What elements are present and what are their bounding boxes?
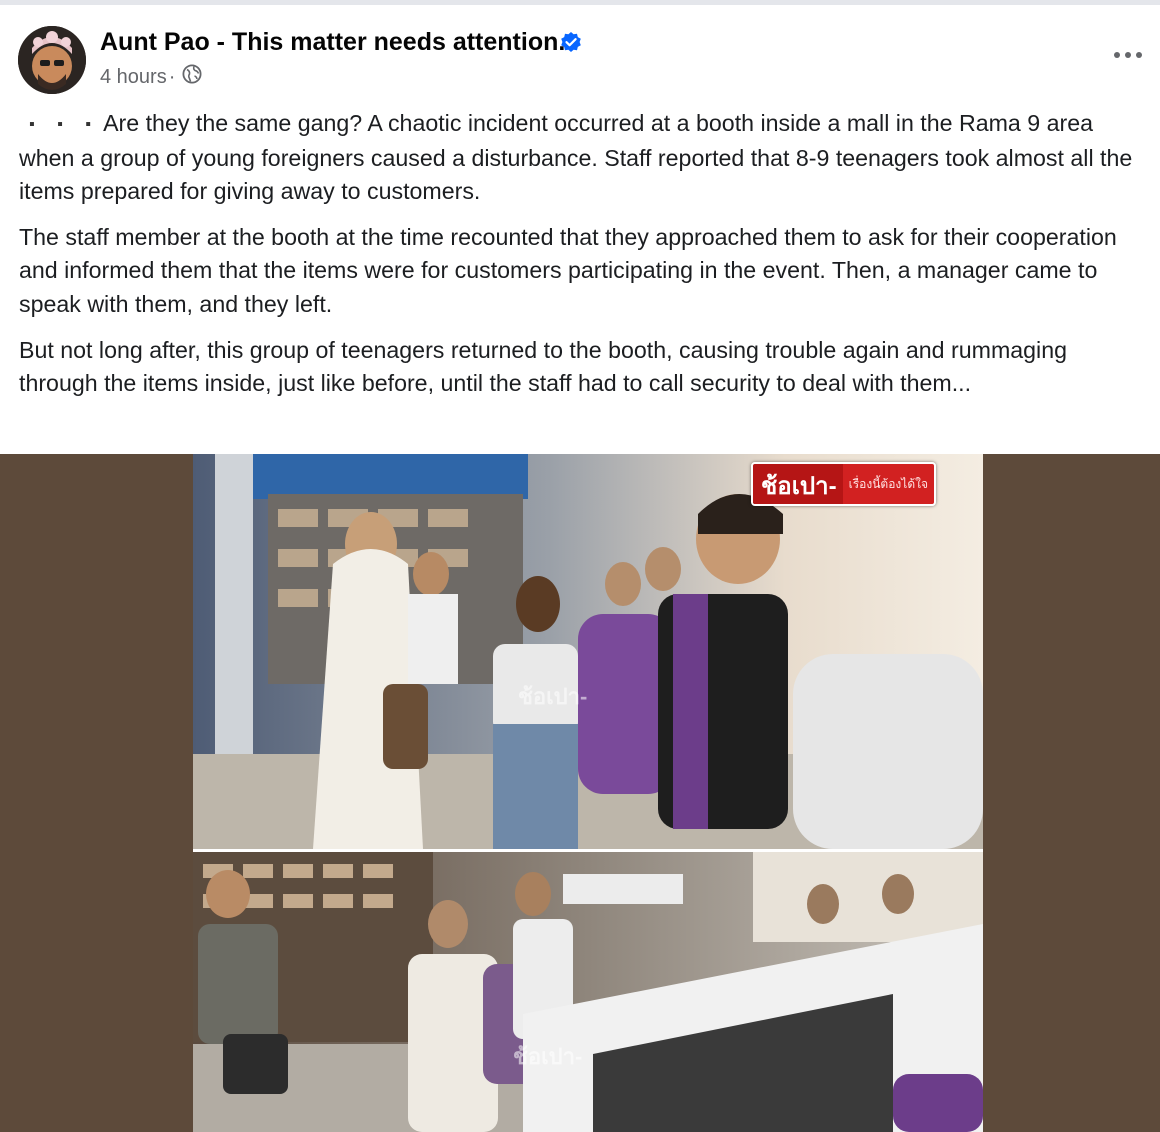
watermark-faint: ช้อเปา- bbox=[518, 684, 588, 709]
verified-badge-icon bbox=[559, 31, 583, 55]
more-options-icon[interactable] bbox=[1108, 40, 1148, 70]
post-photo[interactable]: ช้อเปา- เรื่องนี้ต้องได้ใจ ช้อเปา- ช้อเป… bbox=[193, 454, 983, 1132]
paragraph-text: Are they the same gang? A chaotic incide… bbox=[19, 110, 1133, 205]
post-meta: 4 hours · bbox=[100, 63, 203, 91]
card-top-border bbox=[0, 0, 1160, 5]
post-card: Aunt Pao - This matter needs attention. … bbox=[0, 0, 1160, 1132]
author-avatar[interactable] bbox=[18, 26, 86, 94]
bullet-glyphs: ▪ ▪ ▪ bbox=[29, 116, 100, 133]
watermark-main-text: ช้อเปา- bbox=[753, 464, 843, 504]
post-paragraph: ▪ ▪ ▪ Are they the same gang? A chaotic … bbox=[19, 107, 1147, 209]
globe-icon[interactable] bbox=[181, 63, 203, 91]
post-timestamp[interactable]: 4 hours bbox=[100, 66, 167, 89]
post-text: ▪ ▪ ▪ Are they the same gang? A chaotic … bbox=[19, 107, 1147, 413]
author-name[interactable]: Aunt Pao - This matter needs attention. bbox=[100, 28, 565, 57]
post-paragraph: But not long after, this group of teenag… bbox=[19, 336, 1067, 397]
watermark-faint: ช้อเปา- bbox=[513, 1044, 583, 1069]
watermark-badge: ช้อเปา- เรื่องนี้ต้องได้ใจ bbox=[751, 462, 937, 506]
post-media: ช้อเปา- เรื่องนี้ต้องได้ใจ ช้อเปา- ช้อเป… bbox=[0, 454, 1160, 1132]
watermark-sub-text: เรื่องนี้ต้องได้ใจ bbox=[842, 464, 935, 504]
post-paragraph: The staff member at the booth at the tim… bbox=[19, 223, 1117, 317]
meta-separator: · bbox=[168, 65, 176, 88]
